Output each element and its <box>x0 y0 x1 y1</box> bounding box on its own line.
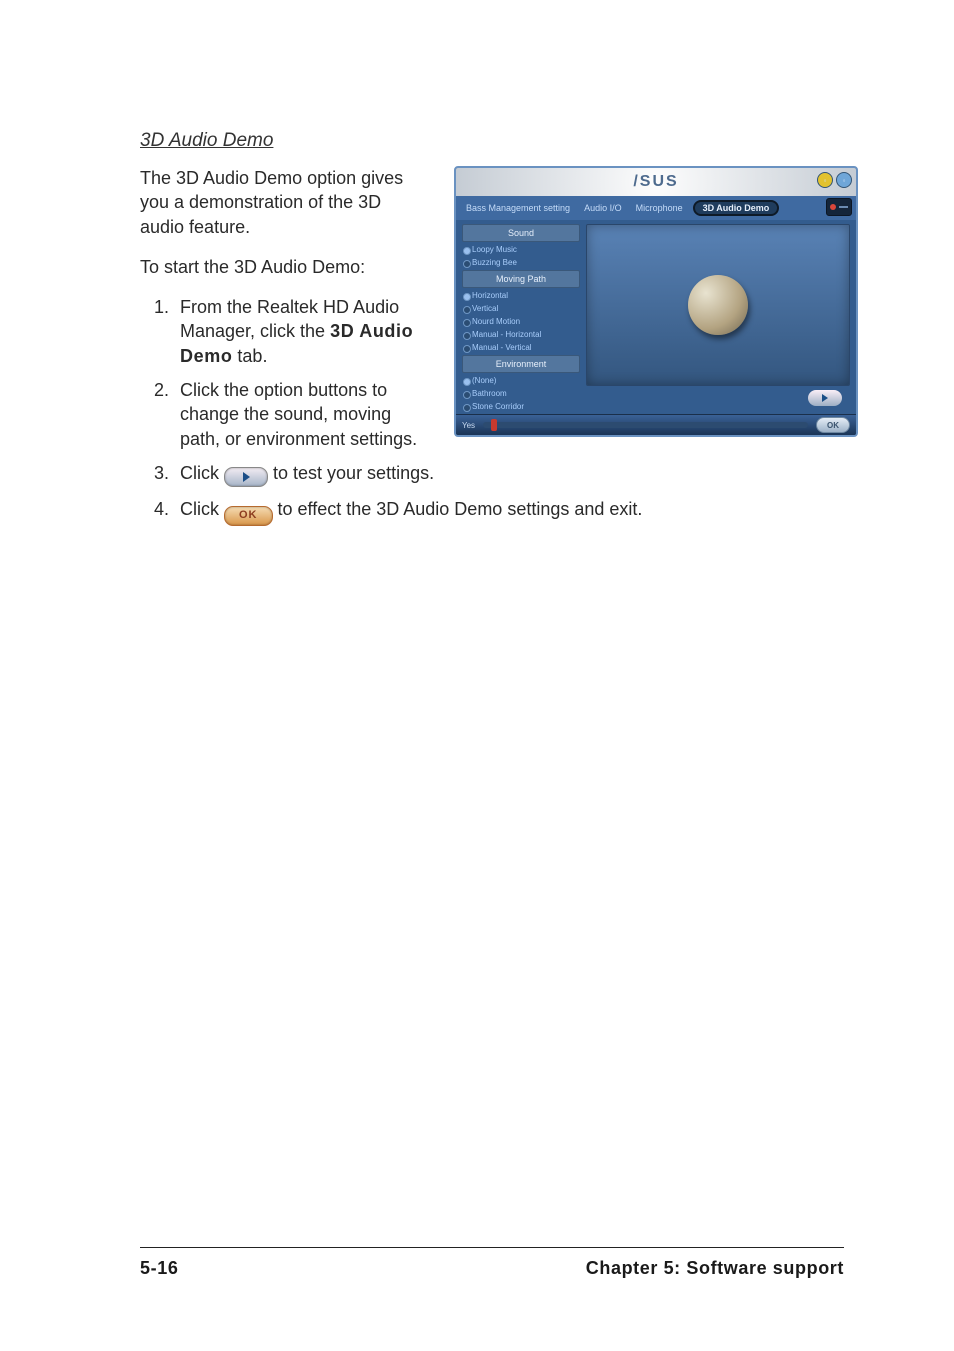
opt-buzzing-bee[interactable]: Buzzing Bee <box>462 257 580 268</box>
step-4-post: to effect the 3D Audio Demo settings and… <box>278 499 643 519</box>
step-2: Click the option buttons to change the s… <box>174 378 430 451</box>
shot-body: Sound Loopy Music Buzzing Bee Moving Pat… <box>456 220 856 414</box>
step-4: Click OK to effect the 3D Audio Demo set… <box>174 497 858 526</box>
play-triangle-icon <box>243 472 250 482</box>
preview-area <box>586 224 850 412</box>
right-column: /SUS ◦ ◦ Bass Management setting Audio I… <box>452 166 858 437</box>
opt-horizontal[interactable]: Horizontal <box>462 290 580 301</box>
options-sidebar: Sound Loopy Music Buzzing Bee Moving Pat… <box>462 224 580 412</box>
step-3: Click to test your settings. <box>174 461 858 487</box>
page-footer: 5-16 Chapter 5: Software support <box>140 1247 844 1279</box>
preview-3d <box>586 224 850 386</box>
env-header: Environment <box>462 355 580 373</box>
shot-titlebar: /SUS ◦ ◦ <box>456 168 856 196</box>
play-button[interactable] <box>808 390 842 406</box>
steps-continued: Click to test your settings. Click OK to… <box>140 461 858 526</box>
volume-slider[interactable] <box>826 198 852 216</box>
opt-loopy-music[interactable]: Loopy Music <box>462 244 580 255</box>
opt-stone[interactable]: Stone Corridor <box>462 401 580 412</box>
footer-left-text: Yes <box>462 421 475 430</box>
tab-3d-audio-demo[interactable]: 3D Audio Demo <box>693 200 780 216</box>
chapter-title: Chapter 5: Software support <box>586 1258 844 1279</box>
tab-audio-io[interactable]: Audio I/O <box>580 201 626 215</box>
opt-man-vert[interactable]: Manual - Vertical <box>462 342 580 353</box>
footer-slider[interactable] <box>483 422 808 428</box>
opt-vertical[interactable]: Vertical <box>462 303 580 314</box>
step-3-pre: Click <box>180 463 224 483</box>
sound-header: Sound <box>462 224 580 242</box>
ok-pill-icon: OK <box>224 506 273 526</box>
start-paragraph: To start the 3D Audio Demo: <box>140 255 430 279</box>
step-1: From the Realtek HD Audio Manager, click… <box>174 295 430 368</box>
volume-track <box>839 206 848 208</box>
step-4-pre: Click <box>180 499 224 519</box>
opt-man-horiz[interactable]: Manual - Horizontal <box>462 329 580 340</box>
page-number: 5-16 <box>140 1258 178 1279</box>
shot-tabs: Bass Management setting Audio I/O Microp… <box>456 196 856 220</box>
ok-button[interactable]: OK <box>816 417 850 433</box>
brand-logo: /SUS <box>456 168 856 196</box>
play-pill-icon <box>224 467 268 487</box>
play-row <box>586 386 850 412</box>
opt-bathroom[interactable]: Bathroom <box>462 388 580 399</box>
tab-microphone[interactable]: Microphone <box>632 201 687 215</box>
moving-header: Moving Path <box>462 270 580 288</box>
globe-icon <box>688 275 748 335</box>
opt-none[interactable]: (None) <box>462 375 580 386</box>
volume-knob-icon <box>830 204 836 210</box>
step-3-post: to test your settings. <box>273 463 434 483</box>
page: 3D Audio Demo The 3D Audio Demo option g… <box>0 0 954 1351</box>
opt-nourd[interactable]: Nourd Motion <box>462 316 580 327</box>
play-icon <box>822 394 828 402</box>
left-column: The 3D Audio Demo option gives you a dem… <box>140 166 430 461</box>
shot-footer: Yes OK <box>456 414 856 435</box>
window-controls: ◦ ◦ <box>817 172 852 188</box>
tab-bass[interactable]: Bass Management setting <box>462 201 574 215</box>
steps-list: From the Realtek HD Audio Manager, click… <box>140 295 430 451</box>
close-icon[interactable]: ◦ <box>836 172 852 188</box>
intro-paragraph: The 3D Audio Demo option gives you a dem… <box>140 166 430 239</box>
section-title: 3D Audio Demo <box>140 130 858 152</box>
minimize-icon[interactable]: ◦ <box>817 172 833 188</box>
two-col: The 3D Audio Demo option gives you a dem… <box>140 166 858 461</box>
step-1-post: tab. <box>232 346 267 366</box>
audio-demo-screenshot: /SUS ◦ ◦ Bass Management setting Audio I… <box>454 166 858 437</box>
